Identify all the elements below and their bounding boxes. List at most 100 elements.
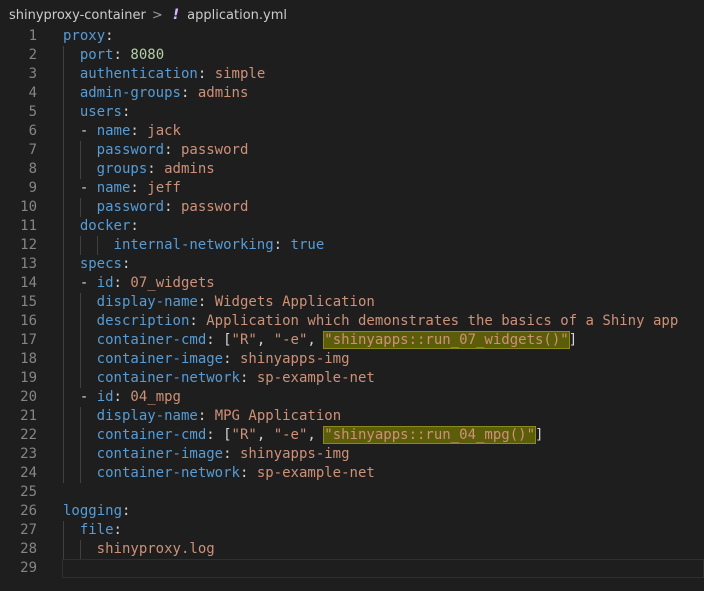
code-line[interactable]: 11 docker:: [0, 217, 704, 236]
indent-guide: [79, 540, 81, 559]
code-content: specs:: [79, 256, 131, 272]
code-content: admin-groups: admins: [79, 85, 249, 101]
code-content: display-name: Widgets Application: [96, 294, 375, 310]
breadcrumb-folder[interactable]: shinyproxy-container: [9, 8, 146, 23]
code-line[interactable]: 2 port: 8080: [0, 46, 704, 65]
code-content: users:: [79, 104, 131, 120]
indent-guide: [63, 65, 64, 84]
line-number: 16: [20, 313, 37, 329]
code-line[interactable]: 23 container-image: shinyapps-img: [0, 445, 704, 464]
code-content: shinyproxy.log: [96, 541, 215, 557]
code-content: password: password: [96, 142, 249, 158]
indent-guide: [63, 217, 64, 236]
code-content: container-image: shinyapps-img: [96, 446, 350, 462]
code-line[interactable]: 22 container-cmd: ["R", "-e", "shinyapps:…: [0, 426, 704, 445]
line-number: 28: [20, 541, 37, 557]
code-line[interactable]: 13 specs:: [0, 255, 704, 274]
code-line[interactable]: 1 proxy:: [0, 27, 704, 46]
code-line[interactable]: 3 authentication: simple: [0, 65, 704, 84]
code-line[interactable]: 25: [0, 483, 704, 502]
line-number: 11: [20, 218, 37, 234]
code-line[interactable]: 6 - name: jack: [0, 122, 704, 141]
line-number: 1: [28, 28, 37, 44]
code-line[interactable]: 28 shinyproxy.log: [0, 540, 704, 559]
code-content: authentication: simple: [79, 66, 266, 82]
code-line[interactable]: 7 password: password: [0, 141, 704, 160]
indent-guide: [79, 312, 81, 331]
line-number: 9: [28, 180, 37, 196]
code-line[interactable]: 19 container-network: sp-example-net: [0, 369, 704, 388]
code-content: - id: 04_mpg: [79, 389, 181, 405]
code-content: container-image: shinyapps-img: [96, 351, 350, 367]
indent-guide: [63, 540, 64, 559]
indent-guide: [79, 160, 81, 179]
code-content: file:: [79, 522, 122, 538]
indent-guide: [63, 464, 64, 483]
code-content: container-cmd: ["R", "-e", "shinyapps::r…: [96, 426, 544, 444]
code-line[interactable]: 4 admin-groups: admins: [0, 84, 704, 103]
code-line[interactable]: 27 file:: [0, 521, 704, 540]
indent-guide: [63, 255, 64, 274]
code-line[interactable]: 16 description: Application which demonst…: [0, 312, 704, 331]
indent-guide: [63, 312, 64, 331]
code-line[interactable]: 15 display-name: Widgets Application: [0, 293, 704, 312]
code-line[interactable]: 5 users:: [0, 103, 704, 122]
code-content: description: Application which demonstra…: [96, 313, 679, 329]
line-number: 26: [20, 503, 37, 519]
code-content: - id: 07_widgets: [79, 275, 215, 291]
indent-guide: [63, 274, 64, 293]
line-number: 15: [20, 294, 37, 310]
code-line[interactable]: 26 logging:: [0, 502, 704, 521]
code-line[interactable]: 17 container-cmd: ["R", "-e", "shinyapps:…: [0, 331, 704, 350]
code-line[interactable]: 8 groups: admins: [0, 160, 704, 179]
code-content: password: password: [96, 199, 249, 215]
line-number: 24: [20, 465, 37, 481]
code-content: port: 8080: [79, 47, 165, 63]
code-content: groups: admins: [96, 161, 215, 177]
line-number: 19: [20, 370, 37, 386]
code-line[interactable]: 10 password: password: [0, 198, 704, 217]
code-content: internal-networking: true: [113, 237, 325, 253]
breadcrumb-separator-icon: >: [151, 7, 163, 23]
indent-guide: [63, 236, 64, 255]
line-number: 17: [20, 332, 37, 348]
code-content: proxy:: [63, 28, 114, 44]
indent-guide: [96, 236, 98, 255]
code-line[interactable]: 29: [0, 559, 704, 578]
breadcrumb-file[interactable]: application.yml: [187, 8, 287, 23]
indent-guide: [63, 350, 64, 369]
code-line[interactable]: 12 internal-networking: true: [0, 236, 704, 255]
code-line[interactable]: 14 - id: 07_widgets: [0, 274, 704, 293]
indent-guide: [63, 331, 64, 350]
line-number: 13: [20, 256, 37, 272]
code-line[interactable]: 18 container-image: shinyapps-img: [0, 350, 704, 369]
code-content: container-network: sp-example-net: [96, 370, 375, 386]
indent-guide: [63, 521, 64, 540]
code-line[interactable]: 24 container-network: sp-example-net: [0, 464, 704, 483]
indent-guide: [79, 350, 81, 369]
code-content: display-name: MPG Application: [96, 408, 342, 424]
breadcrumb: shinyproxy-container > ! application.yml: [0, 0, 704, 30]
indent-guide: [63, 84, 64, 103]
line-number: 14: [20, 275, 37, 291]
code-content: - name: jeff: [79, 180, 181, 196]
line-number: 18: [20, 351, 37, 367]
indent-guide: [63, 445, 64, 464]
line-number: 27: [20, 522, 37, 538]
line-number: 29: [20, 560, 37, 576]
current-line-highlight: [62, 559, 704, 578]
line-number: 2: [28, 47, 37, 63]
indent-guide: [79, 141, 81, 160]
yaml-file-icon: !: [172, 7, 180, 23]
code-editor[interactable]: 1 proxy: 2 port: 8080 3 authentication: simpl…: [0, 27, 704, 578]
line-number: 3: [28, 66, 37, 82]
code-line[interactable]: 20 - id: 04_mpg: [0, 388, 704, 407]
line-number: 8: [28, 161, 37, 177]
indent-guide: [79, 464, 81, 483]
code-line[interactable]: 9 - name: jeff: [0, 179, 704, 198]
code-line[interactable]: 21 display-name: MPG Application: [0, 407, 704, 426]
indent-guide: [63, 122, 64, 141]
indent-guide: [79, 331, 81, 350]
indent-guide: [79, 293, 81, 312]
code-content: logging:: [63, 503, 131, 519]
